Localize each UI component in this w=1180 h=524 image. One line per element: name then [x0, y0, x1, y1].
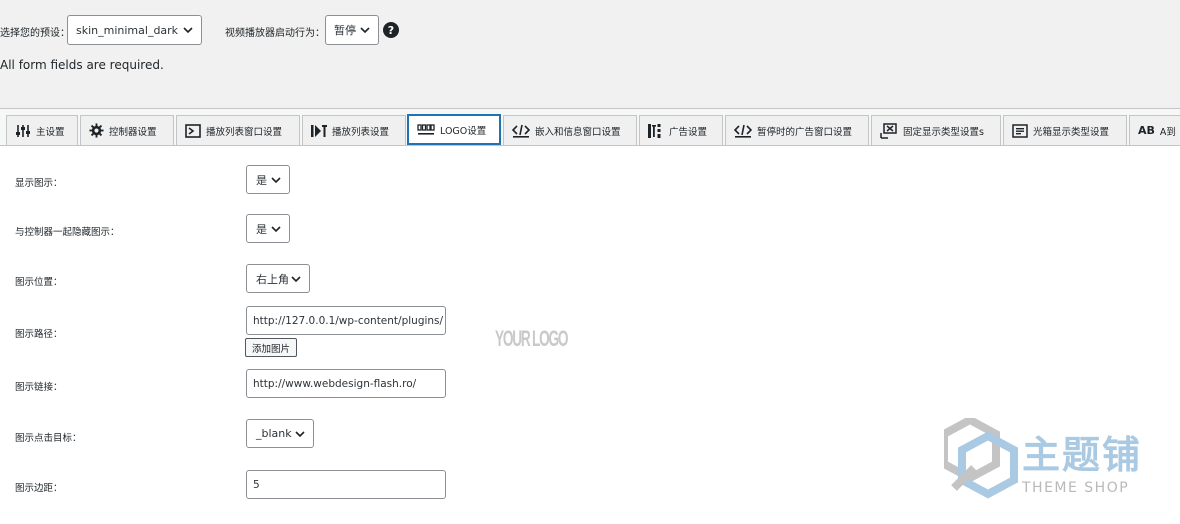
preset-bar: 选择您的预设： skin_minimal_dark 视频播放器启动行为： 暂停 …	[0, 0, 1180, 108]
watermark-subtitle: THEME SHOP	[1022, 480, 1130, 496]
chevron-down-icon	[295, 430, 305, 437]
code-icon	[734, 124, 752, 138]
fixed-display-icon	[880, 122, 897, 139]
text-ab-icon: AB	[1138, 124, 1155, 137]
tab-label: 播放列表设置	[332, 126, 390, 138]
tab-label: 控制器设置	[109, 126, 157, 138]
tab-controller-settings[interactable]: 控制器设置	[80, 115, 174, 145]
chevron-down-icon	[271, 225, 281, 232]
logo-margin-label: 图示边距：	[15, 483, 63, 494]
playlist-window-icon	[185, 123, 201, 138]
preset-select[interactable]: skin_minimal_dark	[67, 15, 202, 45]
tab-logo-settings[interactable]: LOGO设置	[407, 114, 501, 145]
logo-target-value: _blank	[256, 427, 292, 440]
tab-embed-info-window-settings[interactable]: 嵌入和信息窗口设置	[503, 115, 637, 145]
tab-label: 广告设置	[669, 126, 708, 138]
chevron-down-icon	[271, 176, 281, 183]
gear-icon	[89, 123, 104, 138]
ads-icon	[648, 123, 661, 138]
theme-shop-logo-icon	[944, 418, 1018, 499]
logo-icon	[417, 123, 435, 135]
lightbox-icon	[1012, 123, 1028, 138]
chevron-down-icon	[291, 275, 301, 282]
tab-label: 暂停时的广告窗口设置	[757, 126, 853, 138]
logo-preview: YOUR LOGO	[495, 326, 568, 351]
startup-label: 视频播放器启动行为：	[225, 28, 325, 39]
code-icon	[512, 124, 530, 138]
tab-label: 主设置	[36, 126, 65, 138]
watermark-title: 主题铺	[1022, 433, 1143, 477]
tab-ads-settings[interactable]: 广告设置	[639, 115, 723, 145]
logo-path-input[interactable]: http://127.0.0.1/wp-content/plugins/	[246, 306, 446, 335]
tab-a-z-settings[interactable]: AB A到	[1129, 115, 1180, 145]
tab-label: 嵌入和信息窗口设置	[535, 126, 621, 138]
hide-with-controller-value: 是	[256, 222, 267, 236]
playlist-icon	[311, 124, 327, 137]
required-notice: All form fields are required.	[0, 58, 164, 72]
logo-margin-input[interactable]: 5	[246, 470, 446, 499]
theme-shop-watermark: 主题铺 THEME SHOP	[944, 418, 1164, 508]
add-image-button[interactable]: 添加图片	[245, 338, 298, 357]
startup-select-value: 暂停	[334, 24, 356, 37]
tab-label: 光箱显示类型设置	[1033, 126, 1110, 138]
logo-link-input[interactable]: http://www.webdesign-flash.ro/	[246, 369, 446, 398]
tab-label: 播放列表窗口设置	[206, 126, 283, 138]
show-logo-value: 是	[256, 173, 267, 187]
logo-path-label: 图示路径：	[15, 329, 63, 340]
chevron-down-icon	[183, 27, 193, 34]
tab-playlist-settings[interactable]: 播放列表设置	[302, 115, 406, 145]
help-icon[interactable]: ?	[383, 22, 399, 38]
logo-position-value: 右上角	[256, 272, 289, 286]
tab-label: 固定显示类型设置s	[903, 126, 984, 138]
show-logo-label: 显示图示：	[15, 178, 63, 189]
preset-label: 选择您的预设：	[0, 28, 70, 39]
tab-main-settings[interactable]: 主设置	[6, 115, 78, 145]
sliders-icon	[16, 124, 30, 137]
logo-position-select[interactable]: 右上角	[246, 264, 310, 293]
settings-tabs: 主设置 控制器设置 播放列表窗口设置 播放列表设置 LOGO设置 嵌入和信息窗口…	[0, 108, 1180, 146]
show-logo-select[interactable]: 是	[246, 165, 290, 194]
startup-select[interactable]: 暂停	[325, 15, 379, 45]
tab-lightbox-display-settings[interactable]: 光箱显示类型设置	[1003, 115, 1127, 145]
tab-fixed-display-settings[interactable]: 固定显示类型设置s	[871, 115, 1001, 145]
logo-link-label: 图示链接：	[15, 382, 63, 393]
chevron-down-icon	[360, 27, 370, 34]
tab-label: A到	[1159, 126, 1176, 138]
tab-pause-ad-window-settings[interactable]: 暂停时的广告窗口设置	[725, 115, 869, 145]
tab-playlist-window-settings[interactable]: 播放列表窗口设置	[176, 115, 300, 145]
preset-select-value: skin_minimal_dark	[76, 23, 179, 37]
logo-target-label: 图示点击目标：	[15, 433, 82, 444]
logo-position-label: 图示位置：	[15, 277, 63, 288]
hide-with-controller-select[interactable]: 是	[246, 214, 290, 243]
logo-target-select[interactable]: _blank	[246, 419, 314, 448]
hide-with-controller-label: 与控制器一起隐藏图示：	[15, 227, 120, 238]
tab-label: LOGO设置	[440, 125, 487, 137]
